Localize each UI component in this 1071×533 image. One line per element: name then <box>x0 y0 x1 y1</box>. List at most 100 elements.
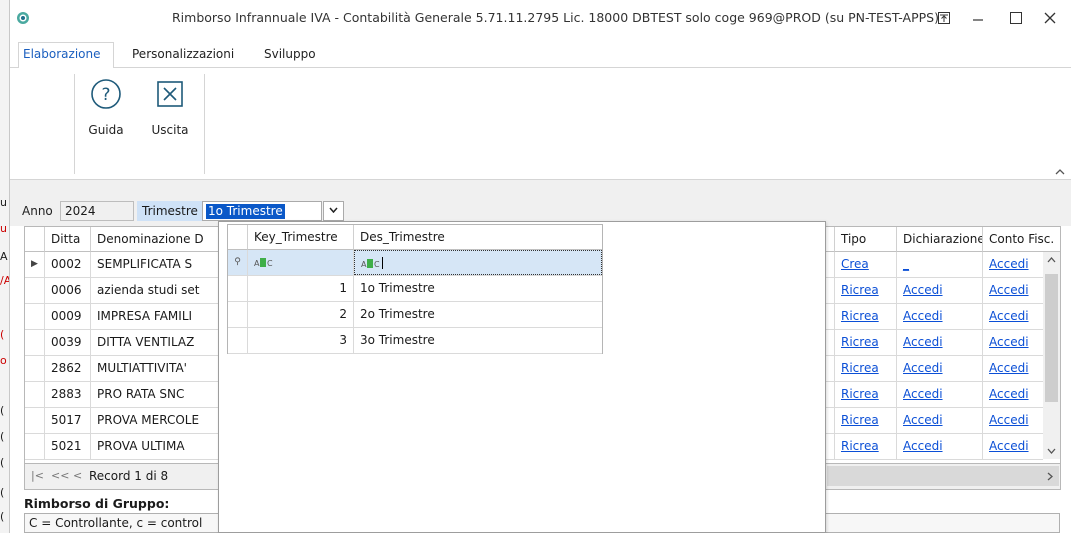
window-title: Rimborso Infrannuale IVA - Contabilità G… <box>172 10 939 25</box>
pin-icon <box>938 12 950 24</box>
link-tipo[interactable]: Ricrea <box>841 387 879 401</box>
chevron-down-icon <box>329 207 338 214</box>
filter-des-cell[interactable]: AC <box>354 250 602 275</box>
cell-ditta: 2883 <box>45 382 91 407</box>
tab-personalizzazioni[interactable]: Personalizzazioni <box>132 47 234 61</box>
column-header-conto-fisc[interactable]: Conto Fisc. <box>983 227 1060 252</box>
close-button[interactable] <box>1034 4 1066 32</box>
option-des: 1o Trimestre <box>360 281 435 295</box>
dropdown-option[interactable]: 2 2o Trimestre <box>228 302 602 328</box>
filter-key-cell[interactable]: AC <box>248 250 354 275</box>
column-header-dichiarazione[interactable]: Dichiarazione <box>897 227 983 252</box>
guida-button[interactable]: ? Guida <box>82 78 130 137</box>
close-icon <box>1044 12 1056 24</box>
anno-field[interactable]: 2024 <box>60 201 134 221</box>
uscita-button[interactable]: Uscita <box>146 78 194 137</box>
option-indicator <box>228 276 248 301</box>
scroll-up-icon[interactable] <box>1047 257 1056 263</box>
rimborso-gruppo-label: Rimborso di Gruppo: <box>24 496 170 511</box>
link-dichiarazione[interactable]: Accedi <box>903 387 943 401</box>
cell-ditta: 5017 <box>45 408 91 433</box>
cell-ditta: 0006 <box>45 278 91 303</box>
strip-fragment: ( <box>0 456 5 469</box>
maximize-button[interactable] <box>1000 4 1032 32</box>
link-conto-fisc[interactable]: Accedi <box>989 257 1029 271</box>
scroll-down-icon[interactable] <box>1047 448 1056 454</box>
strip-fragment: /A <box>0 274 9 287</box>
row-indicator-header <box>25 227 45 252</box>
scroll-right-icon[interactable] <box>1047 472 1053 481</box>
row-indicator <box>25 434 45 459</box>
link-conto-fisc[interactable]: Accedi <box>989 439 1029 453</box>
filter-key-icon: ⚲ <box>228 250 248 275</box>
link-conto-fisc[interactable]: Accedi <box>989 413 1029 427</box>
link-conto-fisc[interactable]: Accedi <box>989 283 1029 297</box>
link-dichiarazione[interactable]: Accedi <box>903 309 943 323</box>
pin-button[interactable] <box>928 4 960 32</box>
ribbon-tab-bar: Elaborazione Personalizzazioni Sviluppo <box>10 38 1071 69</box>
grid-vertical-scrollbar[interactable] <box>1043 252 1060 459</box>
link-dichiarazione[interactable]: Accedi <box>903 413 943 427</box>
minimize-icon <box>973 19 983 21</box>
column-header-ditta[interactable]: Ditta <box>45 227 91 252</box>
link-dichiarazione[interactable]: Accedi <box>903 283 943 297</box>
link-dichiarazione[interactable]: Accedi <box>903 335 943 349</box>
row-indicator: ▶ <box>25 252 45 277</box>
prev-record-icon[interactable]: < <box>73 469 82 482</box>
link-tipo[interactable]: Ricrea <box>841 413 879 427</box>
cell-ditta: 2862 <box>45 356 91 381</box>
strip-fragment: u <box>0 196 7 209</box>
link-conto-fisc[interactable]: Accedi <box>989 387 1029 401</box>
link-dichiarazione[interactable]: _ <box>903 257 909 271</box>
dropdown-option[interactable]: 1 1o Trimestre <box>228 276 602 302</box>
svg-text:?: ? <box>101 85 110 105</box>
first-record-icon[interactable]: |< <box>31 469 44 482</box>
strip-fragment: o <box>0 354 7 367</box>
link-tipo[interactable]: Ricrea <box>841 309 879 323</box>
filter-panel: Anno 2024 Trimestre 1o Trimestre <box>10 180 1071 226</box>
anno-label: Anno <box>22 204 53 218</box>
text-filter-icon: AC <box>254 258 273 268</box>
dropdown-option[interactable]: 3 3o Trimestre <box>228 328 602 354</box>
link-dichiarazione[interactable]: Accedi <box>903 361 943 375</box>
row-indicator <box>25 330 45 355</box>
dropdown-filter-row[interactable]: ⚲ AC AC <box>228 250 602 276</box>
collapse-ribbon-icon[interactable] <box>1055 164 1065 178</box>
dropdown-header-key[interactable]: Key_Trimestre <box>248 225 354 250</box>
option-key: 2 <box>248 302 354 327</box>
grid-horizontal-scrollbar[interactable] <box>827 466 1059 486</box>
ribbon-separator <box>204 74 205 174</box>
link-conto-fisc[interactable]: Accedi <box>989 335 1029 349</box>
option-indicator <box>228 302 248 327</box>
tab-sviluppo[interactable]: Sviluppo <box>264 47 316 61</box>
prev-page-icon[interactable]: << <box>51 469 69 482</box>
dropdown-header-des[interactable]: Des_Trimestre <box>354 225 602 250</box>
link-conto-fisc[interactable]: Accedi <box>989 309 1029 323</box>
cell-ditta: 5021 <box>45 434 91 459</box>
link-conto-fisc[interactable]: Accedi <box>989 361 1029 375</box>
strip-fragment: ( <box>0 404 5 417</box>
option-key: 1 <box>248 276 354 301</box>
record-counter: Record 1 di 8 <box>89 469 169 483</box>
cell-ditta: 0009 <box>45 304 91 329</box>
link-tipo[interactable]: Crea <box>841 257 869 271</box>
strip-fragment: u <box>0 222 7 235</box>
column-header-tipo[interactable]: Tipo <box>835 227 897 252</box>
link-tipo[interactable]: Ricrea <box>841 335 879 349</box>
link-dichiarazione[interactable]: Accedi <box>903 439 943 453</box>
link-tipo[interactable]: Ricrea <box>841 361 879 375</box>
link-tipo[interactable]: Ricrea <box>841 439 879 453</box>
scroll-thumb[interactable] <box>1045 274 1058 402</box>
trimestre-label: Trimestre <box>137 201 202 221</box>
cell-ditta: 0039 <box>45 330 91 355</box>
option-key: 3 <box>248 328 354 353</box>
tab-elaborazione[interactable]: Elaborazione <box>18 42 114 69</box>
row-indicator <box>25 278 45 303</box>
trimestre-field[interactable]: 1o Trimestre <box>202 201 322 221</box>
row-indicator <box>25 304 45 329</box>
minimize-button[interactable] <box>962 4 994 32</box>
ribbon-panel: ? Guida Uscita <box>10 68 1071 180</box>
app-icon <box>17 12 29 24</box>
trimestre-dropdown-button[interactable] <box>323 201 344 221</box>
link-tipo[interactable]: Ricrea <box>841 283 879 297</box>
